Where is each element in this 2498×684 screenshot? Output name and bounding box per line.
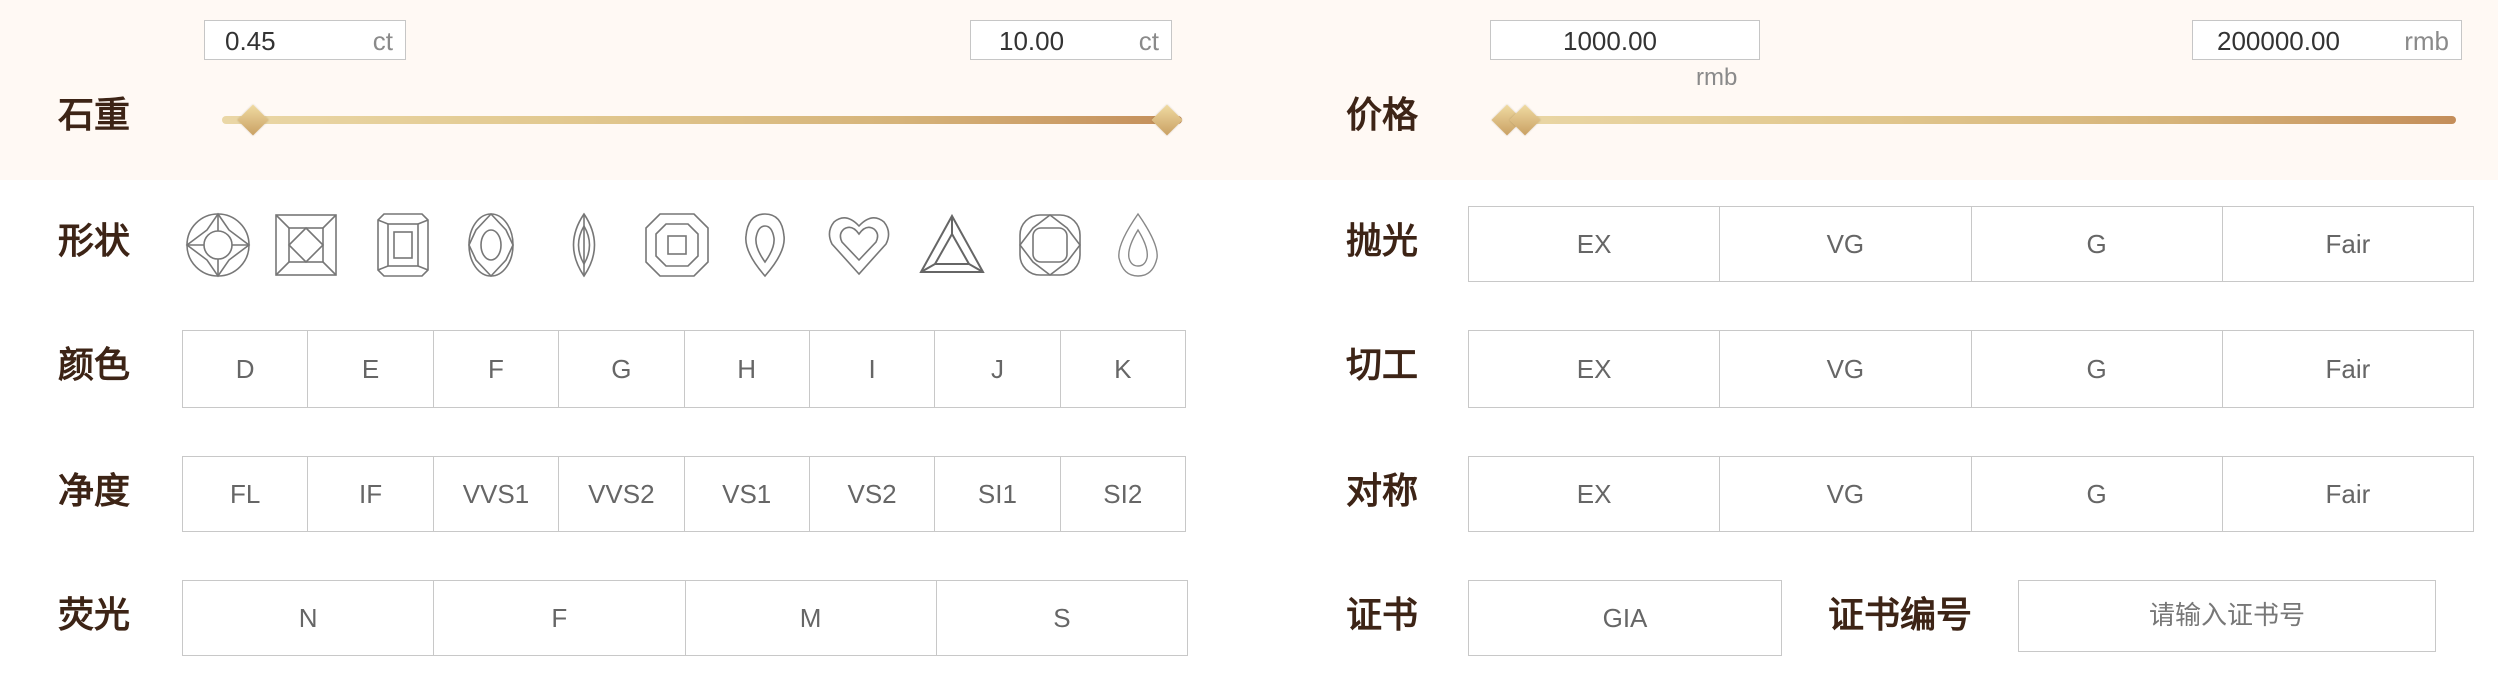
weight-min-value: 0.45 [225, 26, 276, 56]
weight-max-value: 10.00 [999, 26, 1065, 56]
color-option-k[interactable]: K [1060, 331, 1186, 408]
symmetry-option-ex[interactable]: EX [1469, 457, 1721, 532]
color-option-g[interactable]: G [559, 331, 685, 408]
round-diamond-icon [185, 212, 251, 278]
pear-diamond-icon [745, 213, 785, 278]
cut-option-ex[interactable]: EX [1469, 331, 1721, 408]
symmetry-label: 对称 [1346, 471, 1419, 512]
cut-option-fair[interactable]: Fair [2222, 331, 2474, 408]
polish-option-g[interactable]: G [1971, 207, 2223, 282]
heart-diamond-icon [828, 217, 890, 276]
shape-asscher[interactable] [642, 210, 712, 280]
shape-princess[interactable] [271, 210, 341, 280]
emerald-diamond-icon [377, 213, 429, 277]
fluorescence-option-n[interactable]: N [183, 581, 435, 656]
cushion-diamond-icon [1018, 213, 1082, 277]
symmetry-option-fair[interactable]: Fair [2222, 457, 2474, 532]
certificate-label: 证书 [1346, 595, 1419, 636]
fluorescence-options: N F M S [182, 580, 1188, 656]
pear-small-diamond-icon [1118, 212, 1158, 277]
shape-pear[interactable] [730, 210, 800, 280]
fluorescence-label: 荧光 [58, 595, 131, 636]
shape-trillion[interactable] [917, 210, 987, 280]
weight-slider-track[interactable] [222, 116, 1182, 124]
color-label: 颜色 [58, 345, 131, 386]
shape-oval[interactable] [456, 210, 526, 280]
color-option-i[interactable]: I [809, 331, 936, 408]
symmetry-option-vg[interactable]: VG [1720, 457, 1972, 532]
cut-label: 切工 [1346, 345, 1419, 386]
weight-max-unit: ct [1138, 26, 1159, 56]
price-max-input[interactable]: 200000.00 rmb [2192, 20, 2462, 60]
price-min-value: 1000.00 [1563, 26, 1657, 56]
marquise-diamond-icon [572, 212, 596, 278]
asscher-diamond-icon [645, 213, 709, 277]
clarity-option-fl[interactable]: FL [183, 457, 309, 532]
clarity-option-si2[interactable]: SI2 [1060, 457, 1186, 532]
shape-emerald[interactable] [368, 210, 438, 280]
clarity-label: 净度 [58, 471, 131, 512]
color-option-f[interactable]: F [433, 331, 560, 408]
polish-option-fair[interactable]: Fair [2222, 207, 2474, 282]
polish-options: EX VG G Fair [1468, 206, 2474, 282]
color-option-d[interactable]: D [183, 331, 309, 408]
symmetry-options: EX VG G Fair [1468, 456, 2474, 532]
shape-marquise[interactable] [549, 210, 619, 280]
polish-option-ex[interactable]: EX [1469, 207, 1721, 282]
fluorescence-option-m[interactable]: M [685, 581, 937, 656]
cut-option-vg[interactable]: VG [1720, 331, 1972, 408]
weight-min-unit: ct [372, 26, 393, 56]
shape-heart[interactable] [824, 210, 894, 280]
shape-label: 形状 [58, 221, 131, 262]
price-slider-track[interactable] [1498, 116, 2456, 124]
trillion-diamond-icon [919, 213, 985, 273]
certificate-number-input[interactable] [2018, 580, 2436, 652]
clarity-option-vvs1[interactable]: VVS1 [433, 457, 560, 532]
color-option-e[interactable]: E [308, 331, 434, 408]
color-option-j[interactable]: J [935, 331, 1061, 408]
price-label: 价格 [1346, 95, 1419, 136]
price-min-input[interactable]: 1000.00 [1490, 20, 1760, 60]
weight-label: 石重 [58, 95, 131, 136]
cut-option-g[interactable]: G [1971, 331, 2223, 408]
price-max-value: 200000.00 [2217, 26, 2340, 56]
polish-label: 抛光 [1346, 221, 1419, 262]
weight-min-input[interactable]: 0.45 ct [204, 20, 406, 60]
shape-round[interactable] [183, 210, 253, 280]
symmetry-option-g[interactable]: G [1971, 457, 2223, 532]
cut-options: EX VG G Fair [1468, 330, 2474, 408]
princess-diamond-icon [275, 214, 337, 276]
weight-max-input[interactable]: 10.00 ct [970, 20, 1172, 60]
certificate-option-gia[interactable]: GIA [1468, 580, 1782, 656]
clarity-option-si1[interactable]: SI1 [935, 457, 1061, 532]
price-max-unit: rmb [2404, 26, 2449, 56]
fluorescence-option-s[interactable]: S [936, 581, 1188, 656]
shape-pear-small[interactable] [1103, 210, 1173, 280]
clarity-option-vs2[interactable]: VS2 [809, 457, 936, 532]
oval-diamond-icon [468, 212, 514, 278]
clarity-option-vvs2[interactable]: VVS2 [559, 457, 685, 532]
certificate-number-label: 证书编号 [1828, 595, 1973, 636]
polish-option-vg[interactable]: VG [1720, 207, 1972, 282]
fluorescence-option-f[interactable]: F [434, 581, 686, 656]
price-min-unit: rmb [1696, 64, 1738, 91]
clarity-option-vs1[interactable]: VS1 [684, 457, 810, 532]
color-option-h[interactable]: H [684, 331, 810, 408]
color-options: D E F G H I J K [182, 330, 1186, 408]
clarity-option-if[interactable]: IF [308, 457, 434, 532]
shape-cushion[interactable] [1015, 210, 1085, 280]
clarity-options: FL IF VVS1 VVS2 VS1 VS2 SI1 SI2 [182, 456, 1186, 532]
